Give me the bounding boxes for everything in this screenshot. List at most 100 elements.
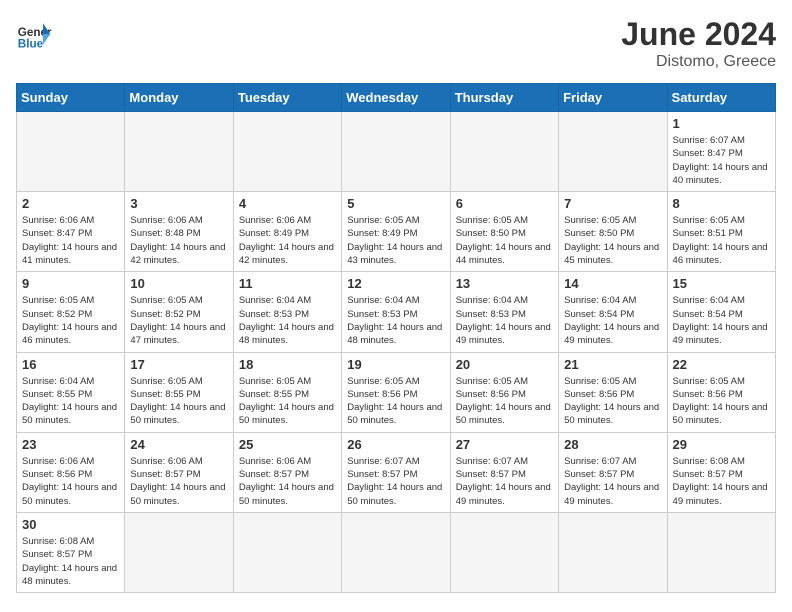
- day-info: Sunrise: 6:05 AMSunset: 8:56 PMDaylight:…: [456, 375, 553, 428]
- day-number: 18: [239, 357, 336, 372]
- day-info: Sunrise: 6:06 AMSunset: 8:48 PMDaylight:…: [130, 214, 227, 267]
- calendar-cell: [559, 512, 667, 592]
- weekday-friday: Friday: [559, 84, 667, 112]
- day-info: Sunrise: 6:05 AMSunset: 8:56 PMDaylight:…: [347, 375, 444, 428]
- day-number: 13: [456, 276, 553, 291]
- day-info: Sunrise: 6:04 AMSunset: 8:53 PMDaylight:…: [456, 294, 553, 347]
- title-block: June 2024 Distomo, Greece: [621, 16, 776, 71]
- day-number: 9: [22, 276, 119, 291]
- calendar-cell: 20 Sunrise: 6:05 AMSunset: 8:56 PMDayligh…: [450, 352, 558, 432]
- day-info: Sunrise: 6:07 AMSunset: 8:57 PMDaylight:…: [564, 455, 661, 508]
- day-number: 24: [130, 437, 227, 452]
- weekday-thursday: Thursday: [450, 84, 558, 112]
- calendar-cell: 18 Sunrise: 6:05 AMSunset: 8:55 PMDayligh…: [233, 352, 341, 432]
- day-info: Sunrise: 6:07 AMSunset: 8:57 PMDaylight:…: [347, 455, 444, 508]
- logo: General Blue: [16, 16, 52, 52]
- svg-text:Blue: Blue: [18, 38, 44, 51]
- day-info: Sunrise: 6:05 AMSunset: 8:49 PMDaylight:…: [347, 214, 444, 267]
- day-info: Sunrise: 6:04 AMSunset: 8:53 PMDaylight:…: [347, 294, 444, 347]
- day-info: Sunrise: 6:05 AMSunset: 8:51 PMDaylight:…: [673, 214, 770, 267]
- week-row-6: 30Sunrise: 6:08 AMSunset: 8:57 PMDayligh…: [17, 512, 776, 592]
- calendar-cell: [233, 112, 341, 192]
- day-info: Sunrise: 6:05 AMSunset: 8:52 PMDaylight:…: [130, 294, 227, 347]
- calendar-cell: 24 Sunrise: 6:06 AMSunset: 8:57 PMDayligh…: [125, 432, 233, 512]
- day-number: 12: [347, 276, 444, 291]
- weekday-wednesday: Wednesday: [342, 84, 450, 112]
- calendar-cell: 27 Sunrise: 6:07 AMSunset: 8:57 PMDayligh…: [450, 432, 558, 512]
- weekday-header-row: SundayMondayTuesdayWednesdayThursdayFrid…: [17, 84, 776, 112]
- calendar-cell: 21Sunrise: 6:05 AMSunset: 8:56 PMDayligh…: [559, 352, 667, 432]
- day-number: 29: [673, 437, 770, 452]
- week-row-4: 16Sunrise: 6:04 AMSunset: 8:55 PMDayligh…: [17, 352, 776, 432]
- day-info: Sunrise: 6:05 AMSunset: 8:55 PMDaylight:…: [130, 375, 227, 428]
- day-info: Sunrise: 6:06 AMSunset: 8:57 PMDaylight:…: [239, 455, 336, 508]
- day-number: 26: [347, 437, 444, 452]
- calendar-cell: 6 Sunrise: 6:05 AMSunset: 8:50 PMDaylight…: [450, 192, 558, 272]
- weekday-saturday: Saturday: [667, 84, 775, 112]
- calendar-cell: [450, 512, 558, 592]
- day-number: 5: [347, 196, 444, 211]
- week-row-1: 1Sunrise: 6:07 AMSunset: 8:47 PMDaylight…: [17, 112, 776, 192]
- day-number: 17: [130, 357, 227, 372]
- calendar-cell: [342, 112, 450, 192]
- calendar-cell: 14Sunrise: 6:04 AMSunset: 8:54 PMDayligh…: [559, 272, 667, 352]
- day-info: Sunrise: 6:08 AMSunset: 8:57 PMDaylight:…: [673, 455, 770, 508]
- calendar-cell: 7Sunrise: 6:05 AMSunset: 8:50 PMDaylight…: [559, 192, 667, 272]
- day-info: Sunrise: 6:08 AMSunset: 8:57 PMDaylight:…: [22, 535, 119, 588]
- calendar-cell: 12 Sunrise: 6:04 AMSunset: 8:53 PMDayligh…: [342, 272, 450, 352]
- day-info: Sunrise: 6:05 AMSunset: 8:52 PMDaylight:…: [22, 294, 119, 347]
- day-number: 20: [456, 357, 553, 372]
- day-info: Sunrise: 6:06 AMSunset: 8:47 PMDaylight:…: [22, 214, 119, 267]
- day-info: Sunrise: 6:05 AMSunset: 8:50 PMDaylight:…: [456, 214, 553, 267]
- day-info: Sunrise: 6:05 AMSunset: 8:55 PMDaylight:…: [239, 375, 336, 428]
- page-header: General Blue June 2024 Distomo, Greece: [16, 16, 776, 71]
- day-number: 14: [564, 276, 661, 291]
- calendar-cell: 15Sunrise: 6:04 AMSunset: 8:54 PMDayligh…: [667, 272, 775, 352]
- week-row-2: 2Sunrise: 6:06 AMSunset: 8:47 PMDaylight…: [17, 192, 776, 272]
- week-row-5: 23Sunrise: 6:06 AMSunset: 8:56 PMDayligh…: [17, 432, 776, 512]
- day-number: 3: [130, 196, 227, 211]
- calendar-cell: 17 Sunrise: 6:05 AMSunset: 8:55 PMDayligh…: [125, 352, 233, 432]
- calendar-cell: 3 Sunrise: 6:06 AMSunset: 8:48 PMDaylight…: [125, 192, 233, 272]
- weekday-tuesday: Tuesday: [233, 84, 341, 112]
- calendar-cell: 16Sunrise: 6:04 AMSunset: 8:55 PMDayligh…: [17, 352, 125, 432]
- calendar-cell: 11Sunrise: 6:04 AMSunset: 8:53 PMDayligh…: [233, 272, 341, 352]
- day-number: 28: [564, 437, 661, 452]
- calendar-cell: [342, 512, 450, 592]
- day-info: Sunrise: 6:07 AMSunset: 8:57 PMDaylight:…: [456, 455, 553, 508]
- logo-icon: General Blue: [16, 16, 52, 52]
- day-info: Sunrise: 6:05 AMSunset: 8:50 PMDaylight:…: [564, 214, 661, 267]
- calendar-cell: 4Sunrise: 6:06 AMSunset: 8:49 PMDaylight…: [233, 192, 341, 272]
- calendar-cell: [667, 512, 775, 592]
- calendar-cell: 23Sunrise: 6:06 AMSunset: 8:56 PMDayligh…: [17, 432, 125, 512]
- day-info: Sunrise: 6:06 AMSunset: 8:57 PMDaylight:…: [130, 455, 227, 508]
- calendar-cell: [233, 512, 341, 592]
- day-number: 22: [673, 357, 770, 372]
- calendar-cell: 13 Sunrise: 6:04 AMSunset: 8:53 PMDayligh…: [450, 272, 558, 352]
- day-number: 27: [456, 437, 553, 452]
- calendar-cell: 2Sunrise: 6:06 AMSunset: 8:47 PMDaylight…: [17, 192, 125, 272]
- calendar-cell: 22 Sunrise: 6:05 AMSunset: 8:56 PMDayligh…: [667, 352, 775, 432]
- day-number: 1: [673, 116, 770, 131]
- calendar-cell: [450, 112, 558, 192]
- weekday-sunday: Sunday: [17, 84, 125, 112]
- calendar-cell: 30Sunrise: 6:08 AMSunset: 8:57 PMDayligh…: [17, 512, 125, 592]
- calendar-cell: 9 Sunrise: 6:05 AMSunset: 8:52 PMDaylight…: [17, 272, 125, 352]
- day-info: Sunrise: 6:04 AMSunset: 8:53 PMDaylight:…: [239, 294, 336, 347]
- calendar-cell: 1Sunrise: 6:07 AMSunset: 8:47 PMDaylight…: [667, 112, 775, 192]
- day-number: 6: [456, 196, 553, 211]
- calendar-cell: 5 Sunrise: 6:05 AMSunset: 8:49 PMDaylight…: [342, 192, 450, 272]
- calendar-cell: 10Sunrise: 6:05 AMSunset: 8:52 PMDayligh…: [125, 272, 233, 352]
- week-row-3: 9 Sunrise: 6:05 AMSunset: 8:52 PMDaylight…: [17, 272, 776, 352]
- month-year: June 2024: [621, 16, 776, 53]
- location: Distomo, Greece: [621, 53, 776, 71]
- calendar-cell: 19Sunrise: 6:05 AMSunset: 8:56 PMDayligh…: [342, 352, 450, 432]
- day-number: 8: [673, 196, 770, 211]
- weekday-monday: Monday: [125, 84, 233, 112]
- day-info: Sunrise: 6:04 AMSunset: 8:55 PMDaylight:…: [22, 375, 119, 428]
- day-number: 21: [564, 357, 661, 372]
- calendar-cell: 26 Sunrise: 6:07 AMSunset: 8:57 PMDayligh…: [342, 432, 450, 512]
- day-info: Sunrise: 6:05 AMSunset: 8:56 PMDaylight:…: [673, 375, 770, 428]
- calendar-cell: 25Sunrise: 6:06 AMSunset: 8:57 PMDayligh…: [233, 432, 341, 512]
- calendar-cell: [17, 112, 125, 192]
